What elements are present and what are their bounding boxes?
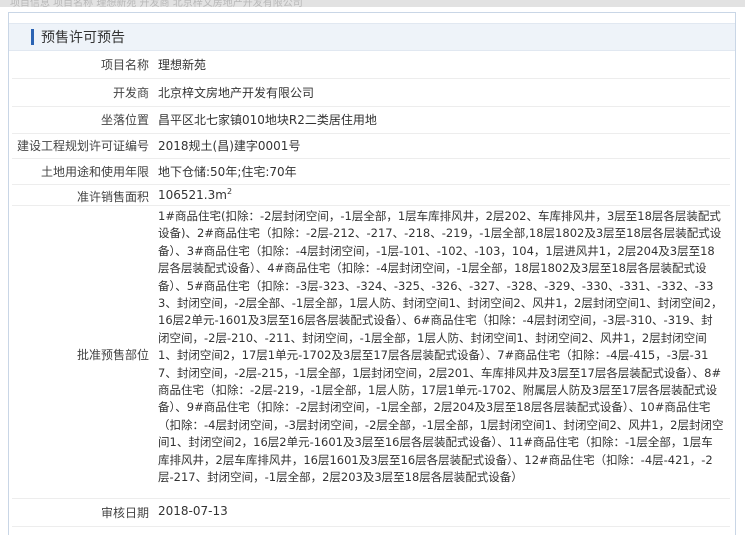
top-strip-text: 项目信息 项目名称 理想新苑 开发商 北京梓文房地产开发有限公司 [10, 0, 303, 9]
project-name-label: 项目名称 [100, 58, 149, 72]
section-header: 预售许可预告 [9, 23, 735, 51]
row-divider [12, 205, 730, 206]
row-divider [12, 498, 730, 499]
row-divider [12, 184, 730, 185]
sales-area-unit-sup: 2 [226, 187, 233, 196]
project-name-value: 理想新苑 [158, 58, 207, 72]
land-use-value: 地下仓储:50年;住宅:70年 [158, 165, 297, 179]
sales-area-number: 106521.3m [158, 188, 227, 202]
sales-scope-value: 1#商品住宅(扣除：-2层封闭空间，-1层全部，1层车库排风井，2层202、车库… [158, 209, 724, 485]
location-label: 坐落位置 [100, 113, 149, 127]
location-value: 昌平区北七家镇010地块R2二类居住用地 [158, 113, 377, 127]
audit-date-value: 2018-07-13 [158, 504, 228, 518]
permit-number-value: 2018规土(昌)建字0001号 [158, 139, 301, 153]
developer-label: 开发商 [112, 86, 149, 100]
row-divider [12, 78, 730, 79]
sales-area-label: 准许销售面积 [76, 190, 149, 204]
permit-number-label: 建设工程规划许可证编号 [16, 139, 149, 153]
sales-area-value: 106521.3m2 [158, 187, 233, 203]
sales-scope-label: 批准预售部位 [76, 348, 149, 362]
section-accent-bar [31, 29, 34, 45]
row-divider [12, 106, 730, 107]
row-divider [12, 526, 730, 527]
section-title: 预售许可预告 [41, 30, 125, 46]
row-divider [12, 158, 730, 159]
audit-date-label: 审核日期 [100, 506, 149, 520]
developer-value: 北京梓文房地产开发有限公司 [158, 86, 315, 100]
top-strip: 项目信息 项目名称 理想新苑 开发商 北京梓文房地产开发有限公司 [0, 0, 745, 9]
row-divider [12, 133, 730, 134]
land-use-label: 土地用途和使用年限 [40, 165, 149, 179]
